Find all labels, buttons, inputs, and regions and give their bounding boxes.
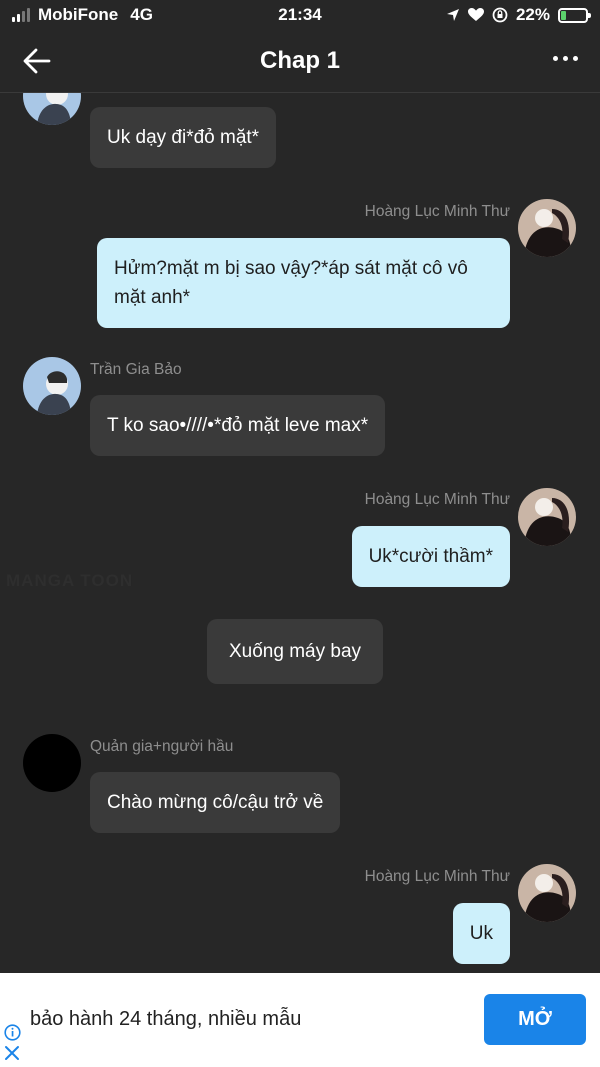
sender-name-2: Trần Gia Bảo — [90, 361, 182, 378]
message-text-5: Chào mừng cô/cậu trở về — [107, 792, 324, 813]
message-text-0: Uk dạy đi*đỏ mặt* — [107, 127, 260, 148]
message-bubble-1[interactable]: Hửm?mặt m bị sao vậy?*áp sát mặt cô vô m… — [97, 238, 510, 328]
status-bar: MobiFone 4G 21:34 22% — [0, 0, 600, 32]
message-bubble-3[interactable]: Uk*cười thầm* — [351, 526, 510, 587]
ad-open-button[interactable]: MỞ — [484, 994, 586, 1045]
avatar-hoang-luc-minh-thu[interactable] — [518, 488, 576, 546]
message-text-3: Uk*cười thầm* — [368, 546, 493, 567]
message-text-1: Hửm?mặt m bị sao vậy?*áp sát mặt cô vô m… — [114, 258, 468, 308]
message-bubble-0[interactable]: Uk dạy đi*đỏ mặt* — [90, 107, 277, 168]
close-icon[interactable] — [4, 1045, 20, 1061]
ad-banner[interactable]: bảo hành 24 tháng, nhiều mẫu MỞ — [0, 973, 600, 1067]
page-title: Chap 1 — [259, 47, 340, 74]
chat-area[interactable]: Uk dạy đi*đỏ mặt* Hoàng Lục Minh Thư Hửm… — [0, 93, 600, 973]
sender-name-5: Quản gia+người hầu — [90, 738, 234, 755]
message-bubble-2[interactable]: T ko sao•////•*đỏ mặt leve max* — [90, 395, 386, 456]
battery-icon — [558, 7, 591, 23]
location-arrow-icon — [446, 9, 459, 21]
rotation-lock-icon — [492, 7, 508, 23]
avatar-hoang-luc-minh-thu[interactable] — [518, 199, 576, 257]
battery-percent: 22% — [515, 5, 550, 24]
avatar-quan-gia[interactable] — [23, 734, 81, 792]
message-bubble-5[interactable]: Chào mừng cô/cậu trở về — [90, 772, 341, 833]
watermark: MANGA TOON — [6, 571, 134, 590]
battery-fill — [561, 10, 566, 20]
message-text-2: T ko sao•////•*đỏ mặt leve max* — [107, 415, 369, 436]
info-icon[interactable] — [4, 1024, 21, 1041]
sender-name-3: Hoàng Lục Minh Thư — [364, 491, 510, 508]
more-button[interactable] — [553, 56, 578, 61]
message-text-4: Xuống máy bay — [229, 641, 362, 662]
avatar-tran-gia-bao[interactable] — [23, 93, 81, 125]
avatar-tran-gia-bao[interactable] — [23, 357, 81, 415]
more-dots-icon — [553, 56, 558, 61]
message-bubble-6[interactable]: Uk — [452, 903, 510, 964]
message-text-6: Uk — [469, 923, 493, 944]
nav-bar: Chap 1 — [0, 32, 600, 92]
avatar-hoang-luc-minh-thu[interactable] — [518, 864, 576, 922]
heart-icon — [467, 8, 484, 21]
sender-name-1: Hoàng Lục Minh Thư — [364, 203, 510, 220]
status-right: 22% — [446, 5, 591, 25]
message-bubble-4[interactable]: Xuống máy bay — [207, 619, 384, 684]
sender-name-6: Hoàng Lục Minh Thư — [364, 868, 510, 885]
ad-text: bảo hành 24 tháng, nhiều mẫu — [30, 1008, 302, 1030]
